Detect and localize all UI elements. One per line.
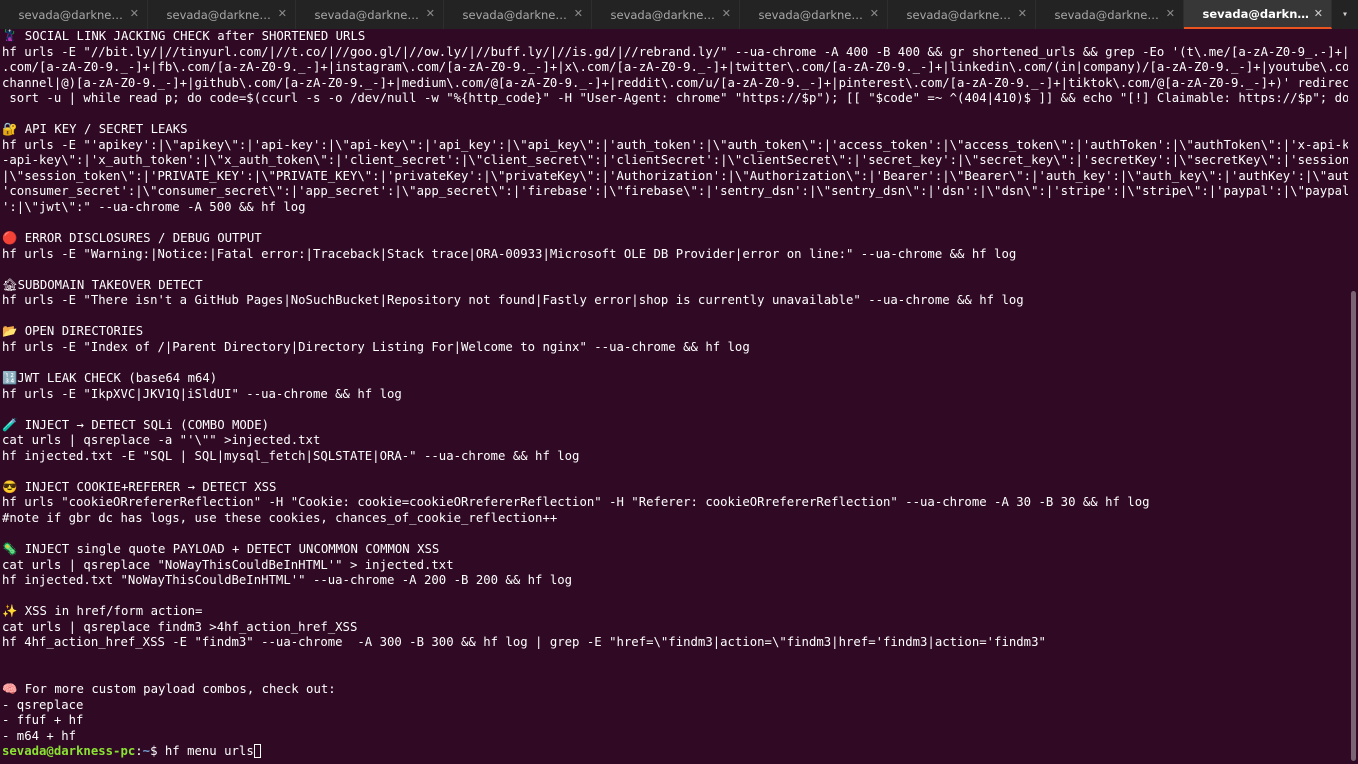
terminal-line: 🔐 API KEY / SECRET LEAKS <box>2 122 188 137</box>
prompt-command[interactable]: hf menu urls <box>165 744 254 758</box>
close-icon[interactable]: ✕ <box>870 7 879 20</box>
terminal-line: #note if gbr dc has logs, use these cook… <box>2 510 558 525</box>
terminal-line: hf injected.txt -E "SQL | SQL|mysql_fetc… <box>2 448 580 463</box>
tab-label: sevada@darkness-... <box>166 7 277 22</box>
terminal-line: 📂 OPEN DIRECTORIES <box>2 324 144 339</box>
terminal-line: 🧠 For more custom payload combos, check … <box>2 681 336 696</box>
terminal-line: -api-key\":|'x_auth_token':|\"x_auth_tok… <box>2 153 1348 168</box>
close-icon[interactable]: ✕ <box>722 7 731 20</box>
terminal-line: - ffuf + hf <box>2 713 84 728</box>
terminal-output[interactable]: 🦹 SOCIAL LINK JACKING CHECK after SHORTE… <box>0 29 1348 764</box>
terminal-lines: 🦹 SOCIAL LINK JACKING CHECK after SHORTE… <box>2 29 1348 744</box>
terminal-tab[interactable]: sevada@darkness-...✕ <box>148 0 296 29</box>
terminal-tab[interactable]: sevada@darkness-...✕ <box>1036 0 1184 29</box>
tab-bar: sevada@darkness-... ✕ sevada@darkness-... ✕… <box>0 0 1358 29</box>
tab-label: sevada@darkness-... <box>314 7 425 22</box>
terminal-line: 🦠 INJECT single quote PAYLOAD + DETECT U… <box>2 542 440 557</box>
terminal-tab[interactable]: sevada@darkness-...✕ <box>0 0 148 29</box>
terminal-line: cat urls | qsreplace -a "'\"" >injected.… <box>2 433 321 448</box>
terminal-line: 🏚SUBDOMAIN TAKEOVER DETECT <box>2 277 203 292</box>
close-icon[interactable]: ✕ <box>1314 7 1323 20</box>
terminal-line: hf 4hf_action_href_XSS -E "findm3" --ua-… <box>2 635 1046 650</box>
terminal-line: 'consumer_secret':|\"consumer_secret\":|… <box>2 184 1348 199</box>
terminal-tab[interactable]: sevada@darkness-...✕ <box>592 0 740 29</box>
terminal-line: hf urls -E "//bit.ly/|//tinyurl.com/|//t… <box>2 44 1348 59</box>
tab-label: sevada@darkness-... <box>462 7 573 22</box>
terminal-tab[interactable]: sevada@darkness-...✕ <box>444 0 592 29</box>
tab-label: sevada@darkness-... <box>758 7 869 22</box>
terminal-line: hf urls -E "IkpXVC|JKV1Q|iSldUI" --ua-ch… <box>2 386 402 401</box>
prompt-path: ~ <box>142 744 151 759</box>
tab-label: sevada@darkness-... <box>1202 6 1313 21</box>
terminal-line: |\"session_token\":|'PRIVATE_KEY':|\"PRI… <box>2 168 1348 183</box>
terminal-line: - m64 + hf <box>2 728 77 743</box>
close-icon[interactable]: ✕ <box>574 7 583 20</box>
terminal-line: hf urls "cookieORrefererReflection" -H "… <box>2 495 1150 510</box>
terminal-line: ':|\"jwt\":" --ua-chrome -A 500 && hf lo… <box>2 200 306 215</box>
tab-list: sevada@darkness-... ✕ sevada@darkness-... ✕… <box>0 0 1332 29</box>
terminal-line: hf urls -E "Warning:|Notice:|Fatal error… <box>2 246 1017 261</box>
tab-menu-chevron-down-icon[interactable]: ▾ <box>1332 0 1358 29</box>
terminal-line: cat urls | qsreplace "NoWayThisCouldBeIn… <box>2 557 454 572</box>
prompt-symbol: $ <box>150 744 165 759</box>
close-icon[interactable]: ✕ <box>278 7 287 20</box>
terminal-line: - qsreplace <box>2 697 84 712</box>
terminal-line: 🧪 INJECT → DETECT SQLi (COMBO MODE) <box>2 417 270 432</box>
terminal-line: sort -u | while read p; do code=$(ccurl … <box>2 91 1348 106</box>
prompt-separator: : <box>135 744 143 759</box>
terminal-tab[interactable]: sevada@darkness-...✕ <box>740 0 888 29</box>
terminal-line: ✨ XSS in href/form action= <box>2 604 203 619</box>
prompt-line[interactable]: sevada@darkness-pc:~$ hf menu urls <box>2 744 1348 760</box>
terminal-line: hf injected.txt "NoWayThisCouldBeInHTML'… <box>2 573 573 588</box>
terminal-line: 😎 INJECT COOKIE+REFERER → DETECT XSS <box>2 479 277 494</box>
tab-label: sevada@darkness-... <box>1054 7 1165 22</box>
terminal-line: channel|@)[a-zA-Z0-9._-]+|github\.com/[a… <box>2 75 1348 90</box>
terminal-tab[interactable]: sevada@darkness-...✕ <box>888 0 1036 29</box>
close-icon[interactable]: ✕ <box>130 7 139 20</box>
terminal-tab[interactable]: sevada@darkness-...✕ <box>296 0 444 29</box>
close-icon[interactable]: ✕ <box>1166 7 1175 20</box>
terminal-line: 🦹 SOCIAL LINK JACKING CHECK after SHORTE… <box>2 29 366 43</box>
terminal-scrollbar[interactable] <box>1348 29 1358 764</box>
terminal-line: .com/[a-zA-Z0-9._-]+|fb\.com/[a-zA-Z0-9.… <box>2 60 1348 75</box>
tab-label: sevada@darkness-... <box>906 7 1017 22</box>
terminal-line: cat urls | qsreplace findm3 >4hf_action_… <box>2 619 358 634</box>
prompt-user-host: sevada@darkness-pc <box>2 744 136 759</box>
tab-label: sevada@darkness-... <box>610 7 721 22</box>
terminal-line: hf urls -E "'apikey':|\"apikey\":|'api-k… <box>2 137 1348 152</box>
text-cursor <box>253 744 261 759</box>
terminal-tab[interactable]: sevada@darkness-...✕ <box>1184 0 1332 29</box>
terminal-line: hf urls -E "There isn't a GitHub Pages|N… <box>2 293 1024 308</box>
terminal-line: hf urls -E "Index of /|Parent Directory|… <box>2 339 750 354</box>
terminal-line: 🔢JWT LEAK CHECK (base64 m64) <box>2 371 218 386</box>
scrollbar-thumb[interactable] <box>1351 291 1356 761</box>
close-icon[interactable]: ✕ <box>1018 7 1027 20</box>
terminal-line: 🔴 ERROR DISCLOSURES / DEBUG OUTPUT <box>2 231 262 246</box>
tab-label: sevada@darkness-... <box>18 7 129 22</box>
close-icon[interactable]: ✕ <box>426 7 435 20</box>
